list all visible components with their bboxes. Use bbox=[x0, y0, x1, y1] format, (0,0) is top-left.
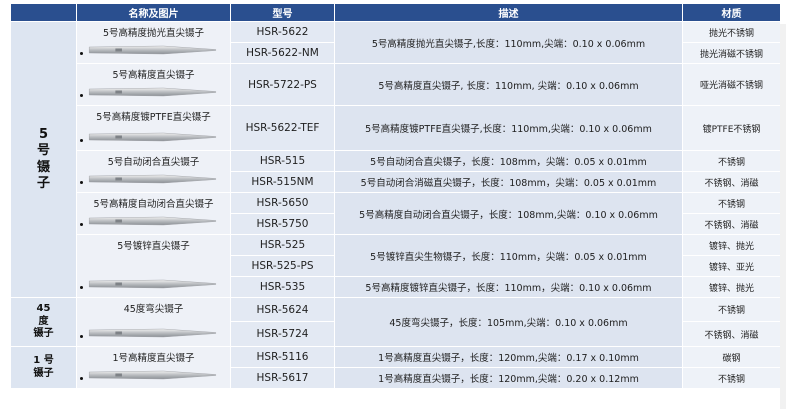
material: 碳钢 bbox=[682, 346, 781, 368]
material: 镀锌、抛光 bbox=[682, 276, 781, 298]
material: 不锈钢 bbox=[682, 150, 781, 172]
tweezer-image bbox=[87, 172, 218, 186]
description: 5号高精度镀PTFE直尖镊子,长度：110mm,尖端：0.10 x 0.06mm bbox=[334, 105, 683, 151]
product-name: 45度弯尖镊子 bbox=[123, 304, 184, 315]
tweezer-image bbox=[87, 85, 218, 99]
model-number: HSR-515NM bbox=[230, 171, 335, 193]
description: 1号高精度直尖镊子，长度：120mm,尖端：0.20 x 0.12mm bbox=[334, 367, 683, 389]
header-row: 名称及图片 型号 描述 材质 bbox=[10, 3, 781, 22]
table-row: 5号高精度直尖镊子 HSR-5722-PS 5号高精度直尖镊子, 长度：110mm,… bbox=[11, 63, 781, 106]
model-number: HSR-5722-PS bbox=[230, 63, 335, 106]
description: 45度弯尖镊子，长度：105mm,尖端：0.10 x 0.06mm bbox=[334, 297, 683, 347]
header-desc: 描述 bbox=[334, 3, 683, 22]
model-number: HSR-515 bbox=[230, 150, 335, 172]
table-row: 5号镀锌直尖镊子 HSR-525 5号镀锌直尖生物镊子，长度：110mm，尖端：0.… bbox=[11, 234, 781, 298]
material: 不锈钢、消磁 bbox=[682, 171, 781, 193]
product-image-cell: 1号高精度直尖镊子 bbox=[76, 346, 231, 389]
description: 5号高精度镀锌直尖镊子，长度：110mm，尖端：0.10 x 0.06mm bbox=[334, 276, 683, 298]
description: 5号高精度抛光直尖镊子,长度：110mm,尖端：0.10 x 0.06mm bbox=[334, 21, 683, 64]
product-name: 5号镀锌直尖镊子 bbox=[117, 241, 190, 252]
model-number: HSR-525-PS bbox=[230, 255, 335, 277]
header-model: 型号 bbox=[230, 3, 335, 22]
product-image-cell: 5号自动闭合直尖镊子 bbox=[76, 150, 231, 193]
product-name: 5号自动闭合直尖镊子 bbox=[107, 157, 200, 168]
group-label: 1 号 镊子 bbox=[10, 346, 77, 389]
model-number: HSR-5622-TEF bbox=[230, 105, 335, 151]
description: 5号高精度直尖镊子, 长度：110mm, 尖端：0.10 x 0.06mm bbox=[334, 63, 683, 106]
description: 5号自动闭合消磁直尖镊子，长度：108mm，尖端：0.05 x 0.01mm bbox=[334, 171, 683, 193]
marker-dot bbox=[80, 335, 83, 338]
group-label: 5 号 镊 子 bbox=[10, 21, 77, 298]
product-image-cell: 5号镀锌直尖镊子 bbox=[76, 234, 231, 298]
material: 抛光不锈钢 bbox=[682, 21, 781, 43]
header-group bbox=[10, 3, 77, 22]
model-number: HSR-5617 bbox=[230, 367, 335, 389]
material: 抛光消磁不锈钢 bbox=[682, 42, 781, 64]
marker-dot bbox=[80, 94, 83, 97]
marker-dot bbox=[80, 223, 83, 226]
material: 镀锌、抛光 bbox=[682, 234, 781, 256]
tweezer-image bbox=[87, 43, 218, 57]
table-row: 45 度 镊子 45度弯尖镊子 HSR-5624 45度弯尖镊子，长度：105mm,尖… bbox=[10, 297, 781, 347]
marker-dot bbox=[80, 139, 83, 142]
group-label: 45 度 镊子 bbox=[10, 297, 77, 347]
product-image-cell: 5号高精度抛光直尖镊子 bbox=[76, 21, 231, 64]
material: 不锈钢 bbox=[682, 367, 781, 389]
model-number: HSR-5750 bbox=[230, 213, 335, 235]
table-row: 1 号 镊子 1号高精度直尖镊子 HSR-5116 1号高精度直尖镊子，长度：120m… bbox=[10, 346, 781, 389]
model-number: HSR-5116 bbox=[230, 346, 335, 368]
material: 哑光消磁不锈钢 bbox=[682, 63, 781, 106]
tweezer-image bbox=[87, 277, 218, 291]
model-number: HSR-5650 bbox=[230, 192, 335, 214]
description: 1号高精度直尖镊子，长度：120mm,尖端：0.17 x 0.10mm bbox=[334, 346, 683, 368]
model-number: HSR-5724 bbox=[230, 321, 335, 347]
model-number: HSR-535 bbox=[230, 276, 335, 298]
material: 不锈钢、消磁 bbox=[682, 213, 781, 235]
scrollbar-track[interactable] bbox=[780, 24, 786, 409]
product-name: 1号高精度直尖镊子 bbox=[112, 353, 195, 364]
marker-dot bbox=[80, 286, 83, 289]
model-number: HSR-5624 bbox=[230, 297, 335, 322]
product-spec-table: 名称及图片 型号 描述 材质 5 号 镊 子 5号高精度抛光直尖镊子 HSR-562… bbox=[10, 3, 781, 389]
product-name: 5号高精度自动闭合直尖镊子 bbox=[93, 199, 214, 210]
product-name: 5号高精度镀PTFE直尖镊子 bbox=[96, 112, 211, 123]
model-number: HSR-525 bbox=[230, 234, 335, 256]
page: { "header": { "name": "名称及图片", "model": … bbox=[0, 0, 786, 409]
material: 不锈钢 bbox=[682, 192, 781, 214]
header-name: 名称及图片 bbox=[76, 3, 231, 22]
material: 镀PTFE不锈钢 bbox=[682, 105, 781, 151]
material: 不锈钢、消磁 bbox=[682, 321, 781, 347]
product-image-cell: 5号高精度镀PTFE直尖镊子 bbox=[76, 105, 231, 151]
table-row: 5号自动闭合直尖镊子 HSR-515 5号自动闭合直尖镊子，长度：108mm，尖端：… bbox=[11, 150, 781, 193]
description: 5号自动闭合直尖镊子，长度：108mm，尖端：0.05 x 0.01mm bbox=[334, 150, 683, 172]
tweezer-image bbox=[87, 130, 218, 144]
description: 5号高精度自动闭合直尖镊子，长度：108mm,尖端：0.10 x 0.06mm bbox=[334, 192, 683, 235]
model-number: HSR-5622 bbox=[230, 21, 335, 43]
marker-dot bbox=[80, 181, 83, 184]
table-body: 5 号 镊 子 5号高精度抛光直尖镊子 HSR-5622 5号高精度抛光直尖镊子,长度… bbox=[10, 21, 781, 389]
material: 不锈钢 bbox=[682, 297, 781, 322]
table-row: 5号高精度自动闭合直尖镊子 HSR-5650 5号高精度自动闭合直尖镊子，长度：10… bbox=[11, 192, 781, 235]
material: 镀锌、亚光 bbox=[682, 255, 781, 277]
product-name: 5号高精度抛光直尖镊子 bbox=[102, 28, 205, 39]
product-image-cell: 45度弯尖镊子 bbox=[76, 297, 231, 347]
product-image-cell: 5号高精度自动闭合直尖镊子 bbox=[76, 192, 231, 235]
tweezer-image bbox=[87, 326, 218, 340]
description: 5号镀锌直尖生物镊子，长度：110mm，尖端：0.05 x 0.01mm bbox=[334, 234, 683, 277]
tweezer-image bbox=[87, 214, 218, 228]
product-image-cell: 5号高精度直尖镊子 bbox=[76, 63, 231, 106]
table-row: 5号高精度镀PTFE直尖镊子 HSR-5622-TEF 5号高精度镀PTFE直尖镊子… bbox=[11, 105, 781, 151]
marker-dot bbox=[80, 52, 83, 55]
model-number: HSR-5622-NM bbox=[230, 42, 335, 64]
header-material: 材质 bbox=[682, 3, 781, 22]
table-row: 5 号 镊 子 5号高精度抛光直尖镊子 HSR-5622 5号高精度抛光直尖镊子,长度… bbox=[10, 21, 781, 298]
marker-dot bbox=[80, 377, 83, 380]
product-name: 5号高精度直尖镊子 bbox=[112, 70, 195, 81]
tweezer-image bbox=[87, 368, 218, 382]
